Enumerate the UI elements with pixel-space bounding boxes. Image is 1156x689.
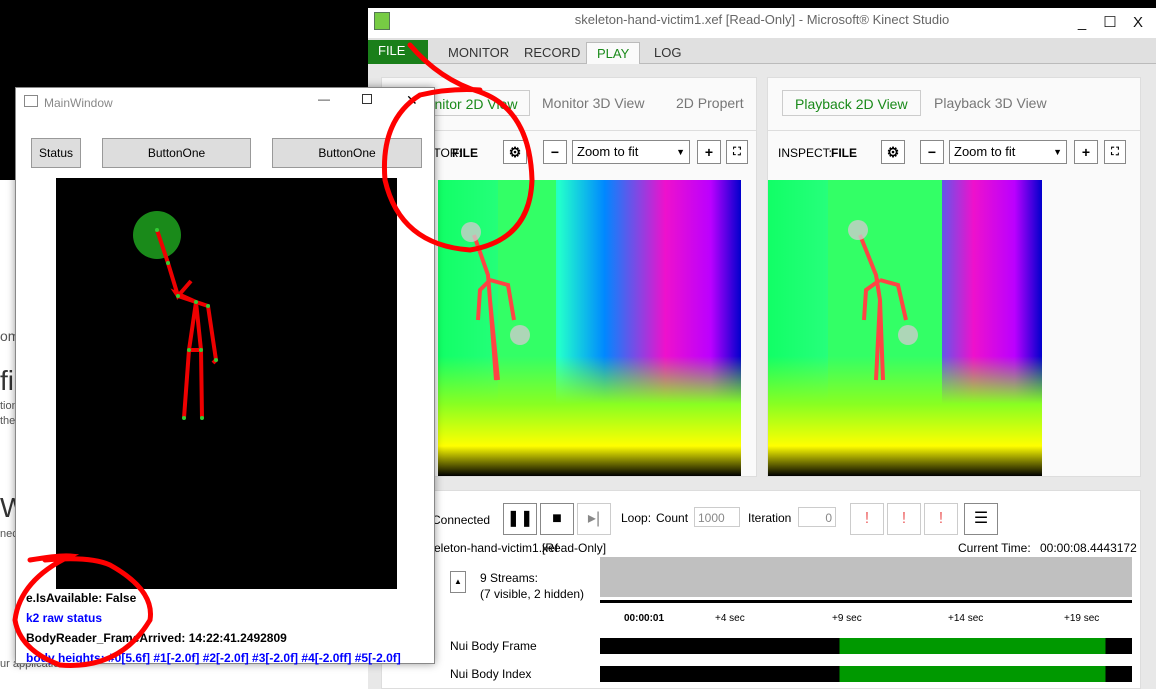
red-annotations bbox=[12, 42, 535, 668]
